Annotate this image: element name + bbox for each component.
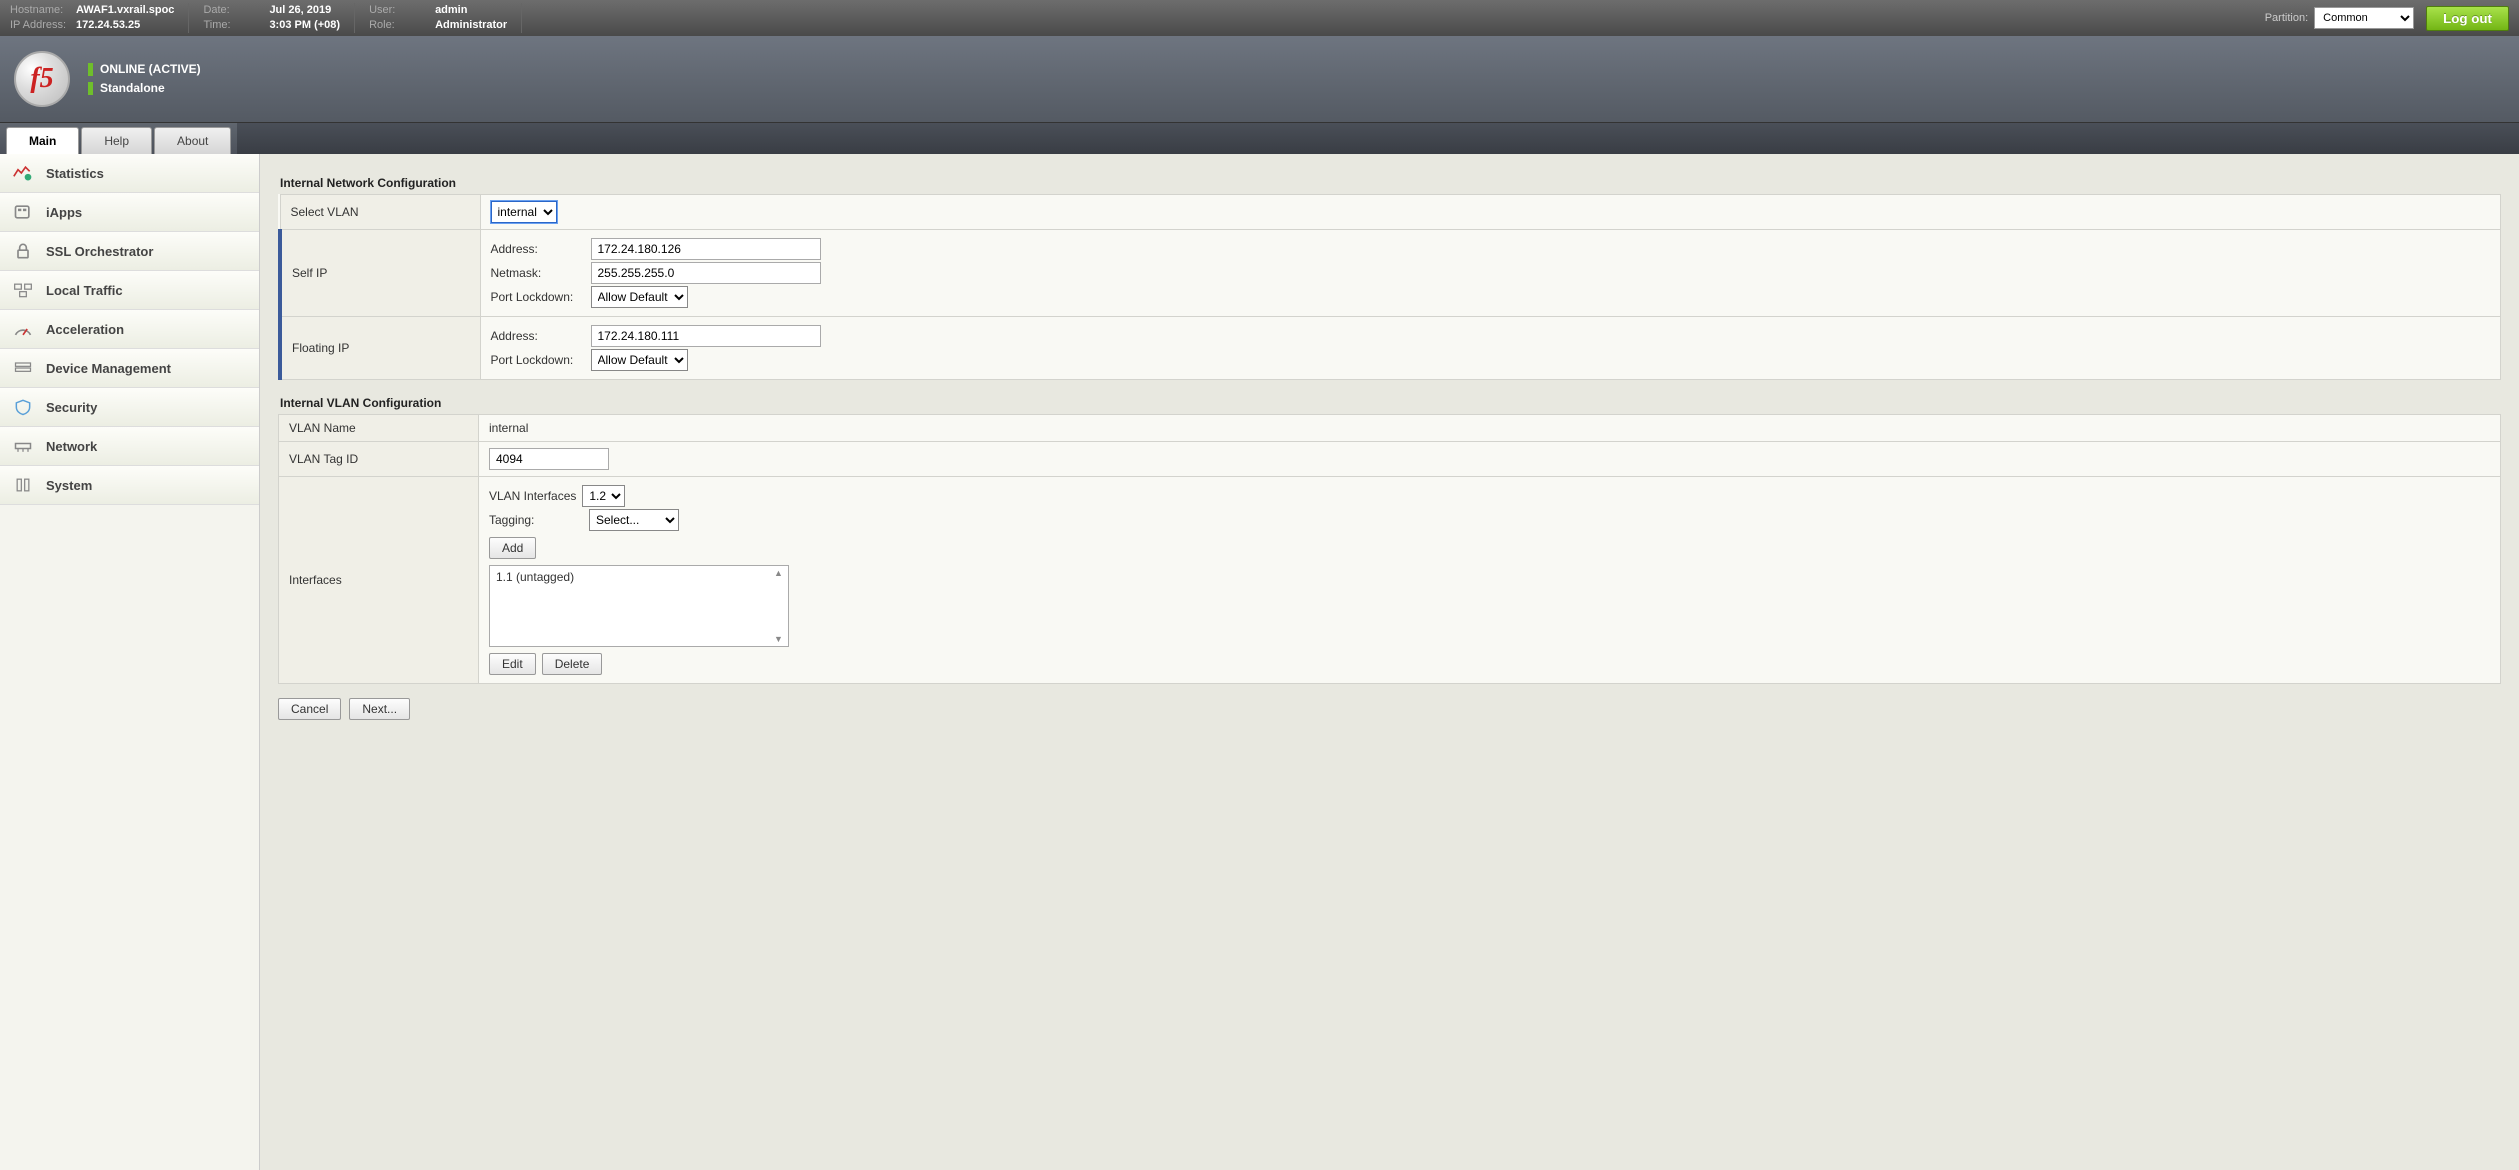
interfaces-label: Interfaces bbox=[279, 477, 479, 684]
sidebar-item-statistics[interactable]: Statistics bbox=[0, 154, 259, 193]
self-ip-label: Self IP bbox=[280, 230, 480, 317]
device-icon bbox=[12, 359, 34, 377]
scroll-up-icon[interactable]: ▲ bbox=[774, 568, 786, 578]
floating-ip-portlockdown-label: Port Lockdown: bbox=[491, 353, 591, 367]
iapps-icon bbox=[12, 203, 34, 221]
self-ip-address-input[interactable] bbox=[591, 238, 821, 260]
sidebar-item-label: Local Traffic bbox=[46, 283, 123, 298]
servers-icon bbox=[12, 281, 34, 299]
header-info-bar: Hostname:AWAF1.vxrail.spoc IP Address:17… bbox=[0, 0, 2519, 36]
network-icon bbox=[12, 437, 34, 455]
tab-about[interactable]: About bbox=[154, 127, 231, 154]
status-standalone: Standalone bbox=[100, 79, 165, 98]
sidebar-item-acceleration[interactable]: Acceleration bbox=[0, 310, 259, 349]
floating-ip-address-label: Address: bbox=[491, 329, 591, 343]
sidebar-item-security[interactable]: Security bbox=[0, 388, 259, 427]
vlan-interfaces-label: VLAN Interfaces bbox=[489, 489, 576, 503]
status-online: ONLINE (ACTIVE) bbox=[100, 60, 201, 79]
sidebar-item-network[interactable]: Network bbox=[0, 427, 259, 466]
partition-select[interactable]: Common bbox=[2314, 7, 2414, 29]
sidebar-item-iapps[interactable]: iApps bbox=[0, 193, 259, 232]
sidebar-item-label: Device Management bbox=[46, 361, 171, 376]
f5-logo-icon: f5 bbox=[14, 51, 70, 107]
sidebar: Statistics iApps SSL Orchestrator Local … bbox=[0, 154, 260, 1170]
self-ip-portlockdown-dropdown[interactable]: Allow Default bbox=[591, 286, 688, 308]
self-ip-portlockdown-label: Port Lockdown: bbox=[491, 290, 591, 304]
vlan-interfaces-dropdown[interactable]: 1.2 bbox=[582, 485, 625, 507]
self-ip-address-label: Address: bbox=[491, 242, 591, 256]
ip-value: 172.24.53.25 bbox=[76, 19, 140, 31]
time-value: 3:03 PM (+08) bbox=[269, 19, 340, 31]
date-value: Jul 26, 2019 bbox=[269, 4, 331, 16]
sidebar-item-local-traffic[interactable]: Local Traffic bbox=[0, 271, 259, 310]
tab-main[interactable]: Main bbox=[6, 127, 79, 154]
floating-ip-label: Floating IP bbox=[280, 317, 480, 380]
edit-button[interactable]: Edit bbox=[489, 653, 536, 675]
list-item[interactable]: 1.1 (untagged) bbox=[496, 570, 574, 584]
role-value: Administrator bbox=[435, 19, 507, 31]
hostname-value: AWAF1.vxrail.spoc bbox=[76, 4, 174, 16]
logout-button[interactable]: Log out bbox=[2426, 6, 2509, 31]
partition-label: Partition: bbox=[2265, 12, 2308, 24]
section-title-vlan: Internal VLAN Configuration bbox=[280, 396, 2501, 410]
network-config-table: Select VLAN internal Self IP Address: Ne… bbox=[278, 194, 2501, 380]
sidebar-item-label: Acceleration bbox=[46, 322, 124, 337]
tab-help[interactable]: Help bbox=[81, 127, 152, 154]
role-label: Role: bbox=[369, 18, 435, 33]
floating-ip-address-input[interactable] bbox=[591, 325, 821, 347]
select-vlan-dropdown[interactable]: internal bbox=[491, 201, 557, 223]
next-button[interactable]: Next... bbox=[349, 698, 410, 720]
self-ip-netmask-input[interactable] bbox=[591, 262, 821, 284]
time-label: Time: bbox=[203, 18, 269, 33]
date-label: Date: bbox=[203, 3, 269, 18]
statistics-icon bbox=[12, 164, 34, 182]
tagging-dropdown[interactable]: Select... bbox=[589, 509, 679, 531]
sidebar-item-label: Network bbox=[46, 439, 97, 454]
select-vlan-label: Select VLAN bbox=[280, 195, 480, 230]
user-value: admin bbox=[435, 4, 467, 16]
status-bar: f5 ONLINE (ACTIVE) Standalone bbox=[0, 36, 2519, 122]
scroll-down-icon[interactable]: ▼ bbox=[774, 634, 786, 644]
sidebar-item-label: System bbox=[46, 478, 92, 493]
vlan-name-value: internal bbox=[479, 415, 2501, 442]
tab-row: Main Help About bbox=[0, 122, 2519, 154]
sidebar-item-label: Security bbox=[46, 400, 97, 415]
vlan-tagid-label: VLAN Tag ID bbox=[279, 442, 479, 477]
gauge-icon bbox=[12, 320, 34, 338]
sidebar-item-label: Statistics bbox=[46, 166, 104, 181]
sidebar-item-label: SSL Orchestrator bbox=[46, 244, 153, 259]
add-button[interactable]: Add bbox=[489, 537, 536, 559]
sidebar-item-device-management[interactable]: Device Management bbox=[0, 349, 259, 388]
status-indicator-icon bbox=[88, 82, 93, 95]
hostname-label: Hostname: bbox=[10, 3, 76, 18]
shield-icon bbox=[12, 398, 34, 416]
user-label: User: bbox=[369, 3, 435, 18]
system-icon bbox=[12, 476, 34, 494]
cancel-button[interactable]: Cancel bbox=[278, 698, 341, 720]
interfaces-listbox[interactable]: 1.1 (untagged) ▲ ▼ bbox=[489, 565, 789, 647]
sidebar-item-ssl-orchestrator[interactable]: SSL Orchestrator bbox=[0, 232, 259, 271]
floating-ip-portlockdown-dropdown[interactable]: Allow Default bbox=[591, 349, 688, 371]
main-content: Internal Network Configuration Select VL… bbox=[260, 154, 2519, 1170]
tagging-label: Tagging: bbox=[489, 513, 589, 527]
section-title-network: Internal Network Configuration bbox=[280, 176, 2501, 190]
sidebar-item-label: iApps bbox=[46, 205, 82, 220]
status-indicator-icon bbox=[88, 63, 93, 76]
vlan-name-label: VLAN Name bbox=[279, 415, 479, 442]
vlan-config-table: VLAN Name internal VLAN Tag ID Interface… bbox=[278, 414, 2501, 684]
sidebar-item-system[interactable]: System bbox=[0, 466, 259, 505]
ip-label: IP Address: bbox=[10, 18, 76, 33]
delete-button[interactable]: Delete bbox=[542, 653, 603, 675]
vlan-tagid-input[interactable] bbox=[489, 448, 609, 470]
lock-icon bbox=[12, 242, 34, 260]
self-ip-netmask-label: Netmask: bbox=[491, 266, 591, 280]
